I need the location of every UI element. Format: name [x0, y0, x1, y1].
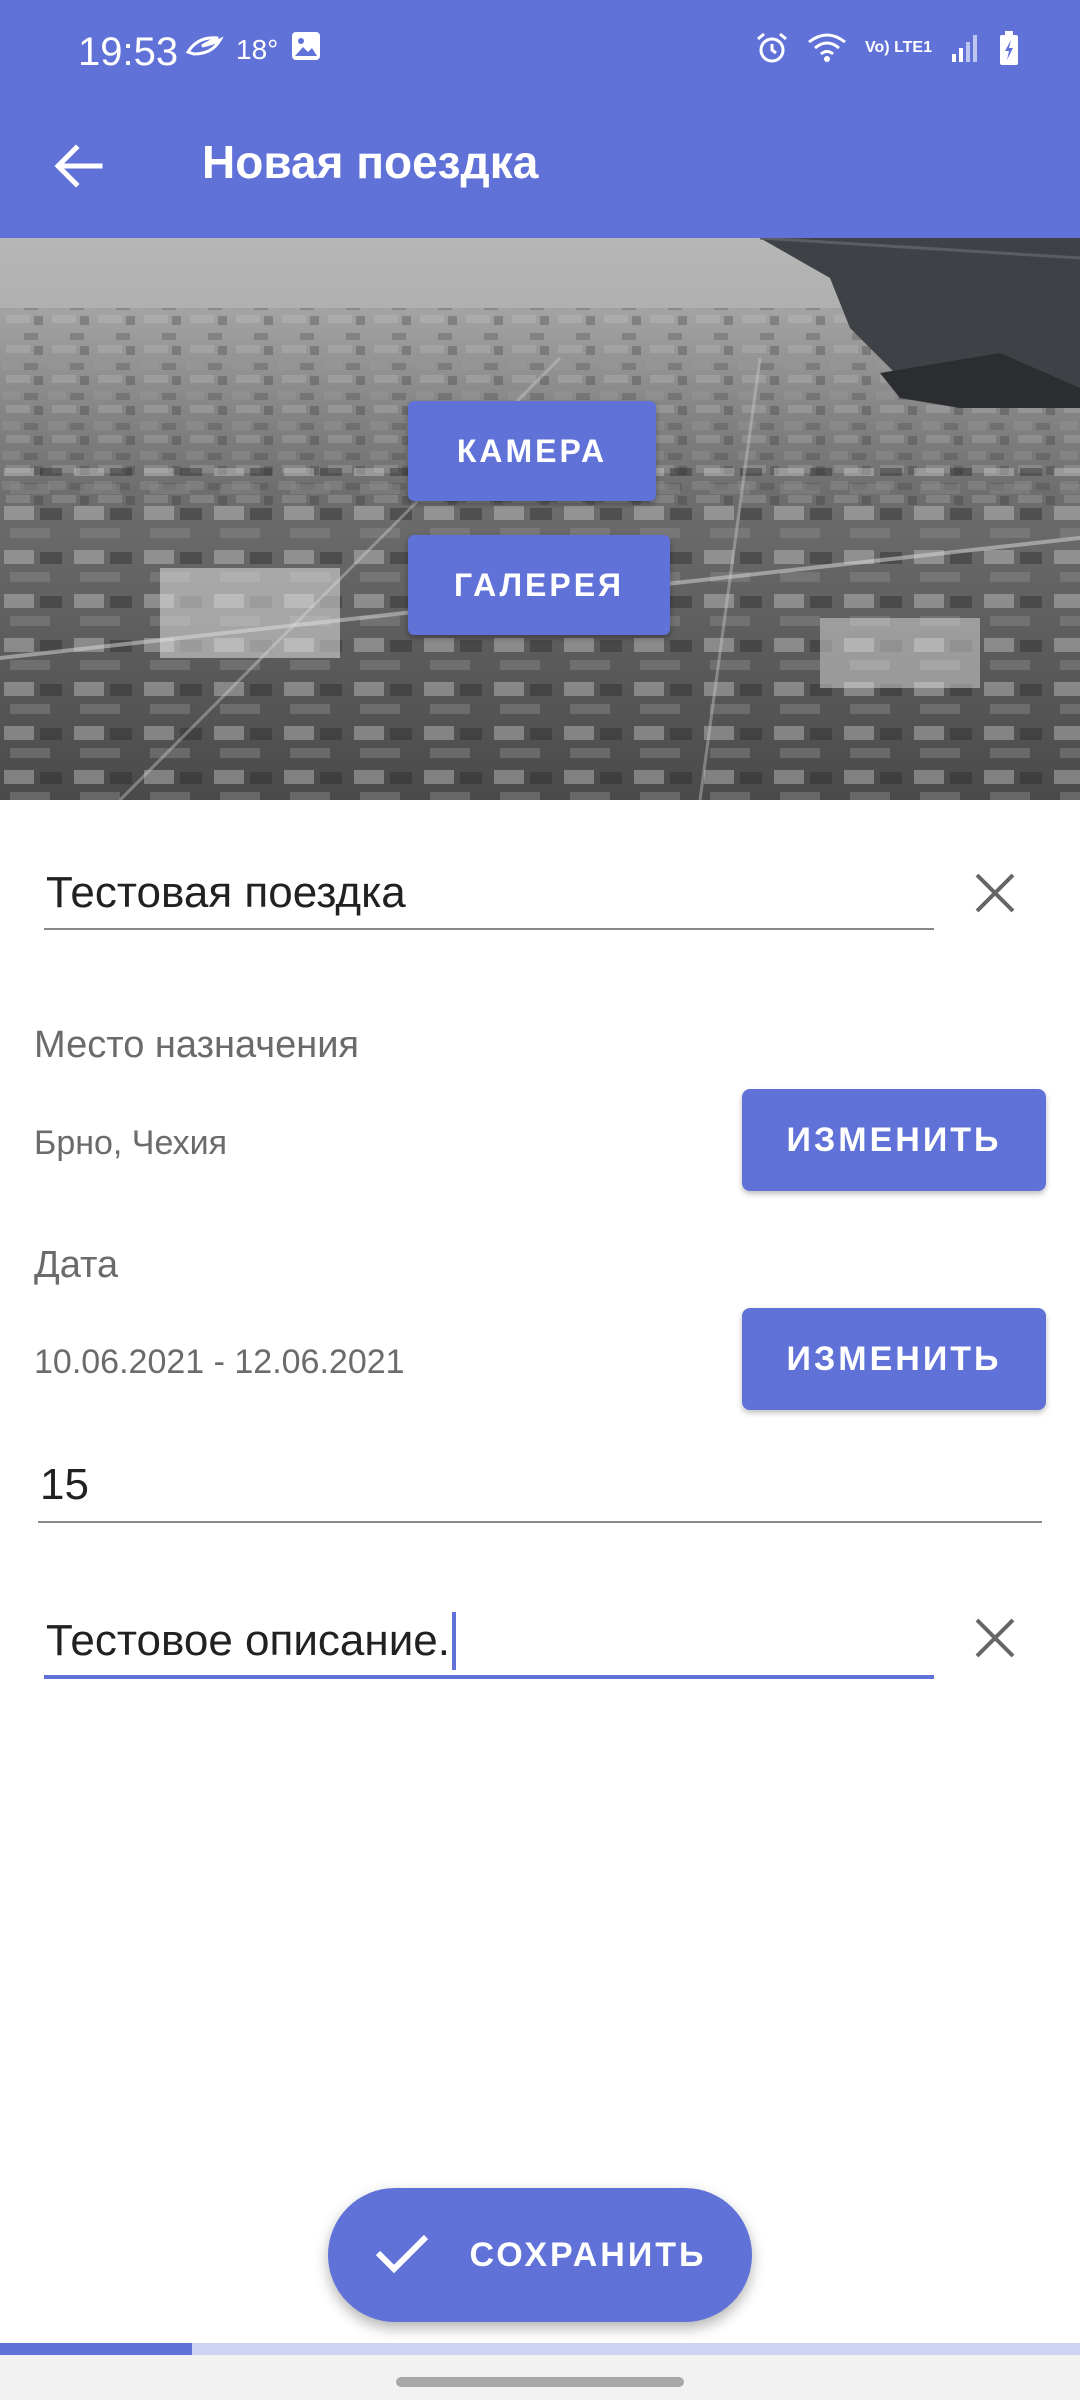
weather-icon — [184, 32, 224, 67]
progress-bar — [0, 2343, 1080, 2355]
wifi-icon — [807, 32, 847, 64]
status-left-icons: 18° — [184, 30, 322, 69]
date-label: Дата — [34, 1244, 119, 1286]
change-date-button[interactable]: ИЗМЕНИТЬ — [742, 1308, 1046, 1410]
home-gesture-handle[interactable] — [396, 2377, 684, 2387]
page-title: Новая поездка — [202, 136, 539, 188]
description-input[interactable]: Тестовое описание. — [46, 1612, 456, 1670]
destination-value: Брно, Чехия — [34, 1124, 228, 1162]
trip-cover-image: КАМЕРА ГАЛЕРЕЯ — [0, 238, 1080, 800]
text-cursor — [451, 1612, 456, 1670]
battery-charging-icon — [998, 30, 1020, 66]
app-bar: Новая поездка — [0, 100, 1080, 238]
description-clear-button[interactable] — [955, 1600, 1035, 1680]
description-underline — [44, 1675, 934, 1679]
number-underline — [38, 1521, 1042, 1523]
change-destination-button[interactable]: ИЗМЕНИТЬ — [742, 1089, 1046, 1191]
status-bar: 19:53 18° Vo) LTE1 — [0, 0, 1080, 100]
alarm-icon — [755, 31, 789, 65]
signal-icon — [950, 32, 980, 64]
arrow-back-icon — [52, 140, 104, 197]
aerial-city-photo — [0, 238, 1080, 800]
check-icon — [374, 2231, 430, 2280]
close-icon — [973, 1616, 1017, 1665]
navigation-bar — [0, 2355, 1080, 2400]
gallery-button[interactable]: ГАЛЕРЕЯ — [408, 535, 670, 635]
number-input[interactable]: 15 — [40, 1460, 89, 1510]
network-label: Vo) LTE1 — [865, 39, 932, 56]
save-label: СОХРАНИТЬ — [469, 2235, 707, 2274]
camera-button[interactable]: КАМЕРА — [408, 401, 656, 501]
back-button[interactable] — [40, 130, 116, 206]
image-icon — [290, 30, 322, 69]
trip-name-underline — [44, 928, 934, 930]
progress-fill — [0, 2343, 193, 2355]
destination-label: Место назначения — [34, 1024, 360, 1066]
status-time: 19:53 — [78, 30, 179, 74]
trip-name-clear-button[interactable] — [955, 855, 1035, 935]
save-button[interactable]: СОХРАНИТЬ — [328, 2188, 752, 2322]
trip-name-input[interactable]: Тестовая поездка — [46, 868, 406, 918]
date-value: 10.06.2021 - 12.06.2021 — [34, 1343, 405, 1381]
description-text: Тестовое описание. — [46, 1616, 450, 1665]
temperature-text: 18° — [236, 33, 279, 65]
status-right-icons: Vo) LTE1 — [755, 30, 1020, 66]
close-icon — [973, 871, 1017, 920]
